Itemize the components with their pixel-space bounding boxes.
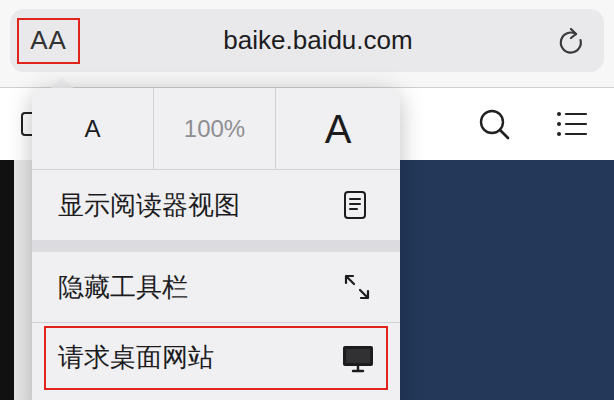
menu-item-box: 隐藏工具栏	[44, 255, 388, 319]
menu-item[interactable]: 请求桌面网站	[32, 322, 400, 392]
menu-item-box: 请求桌面网站	[44, 326, 388, 390]
reader-button[interactable]: AA	[17, 18, 80, 64]
reader-icon	[342, 190, 374, 220]
menu-item-label: 显示阅读器视图	[58, 186, 240, 225]
address-bar-area: AAbaike.baidu.com	[0, 0, 614, 88]
reload-icon	[556, 26, 584, 56]
address-field[interactable]: AAbaike.baidu.com	[10, 9, 604, 72]
menu-item[interactable]: 显示阅读器视图	[32, 170, 400, 240]
decrease-font-button[interactable]: A	[32, 88, 154, 169]
desktop-icon	[342, 343, 374, 373]
zoom-level[interactable]: 100%	[154, 88, 276, 169]
menu-separator	[32, 240, 400, 252]
toolbar-icon	[342, 272, 374, 302]
list-icon[interactable]	[556, 109, 588, 139]
menu-item[interactable]: 隐藏工具栏	[32, 252, 400, 322]
menu-item-label: 请求桌面网站	[58, 338, 214, 377]
url-text[interactable]: baike.baidu.com	[88, 21, 548, 60]
search-icon[interactable]	[478, 108, 510, 140]
menu-item-label: 隐藏工具栏	[58, 268, 188, 307]
settings-menu: A100%A 显示阅读器视图隐藏工具栏请求桌面网站	[32, 88, 400, 400]
increase-font-button[interactable]: A	[276, 88, 400, 169]
font-size-row: A100%A	[32, 88, 400, 170]
menu-item-box: 显示阅读器视图	[44, 173, 388, 237]
